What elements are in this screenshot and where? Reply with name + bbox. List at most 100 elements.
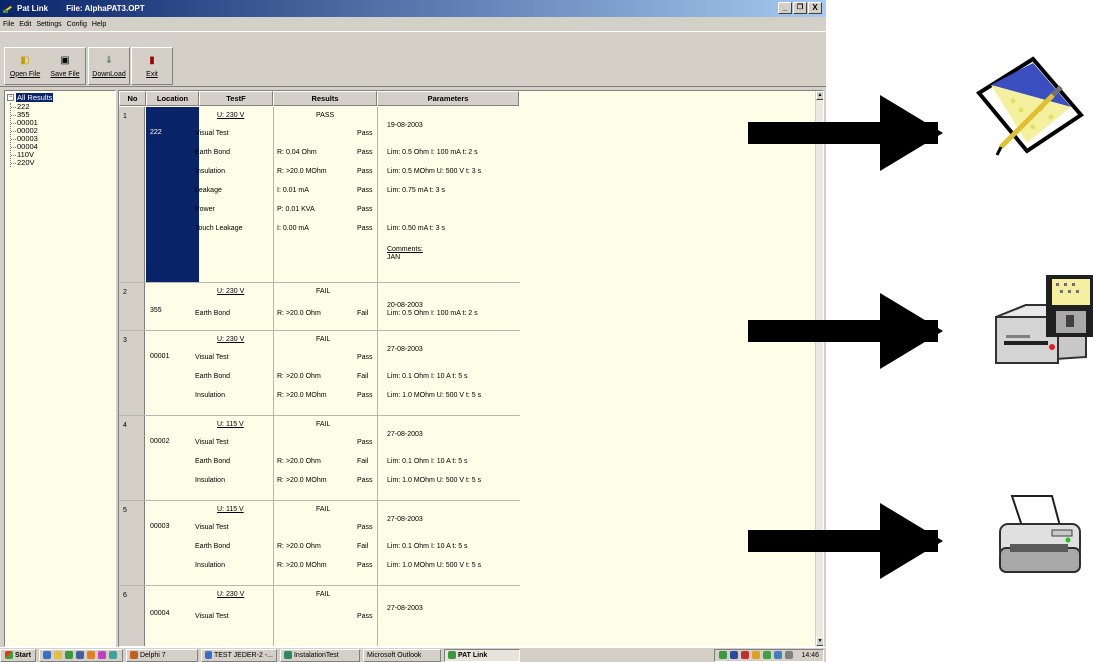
taskbar-item-test-jeder[interactable]: TEST JEDER-2 -...: [200, 648, 277, 662]
record-voltage: U: 230 V: [217, 591, 245, 598]
quick-launch-icon[interactable]: [75, 651, 84, 659]
tree-item[interactable]: 220V: [11, 159, 38, 167]
menu-file[interactable]: File: [3, 21, 14, 28]
record-date: 27-08-2003: [387, 431, 423, 438]
window-title: Pat Link: [17, 4, 49, 13]
save-file-button[interactable]: ▣ Save File: [45, 48, 85, 84]
record-status: FAIL: [316, 421, 331, 428]
download-button-group: ⇓ DownLoad: [88, 47, 130, 85]
record-number[interactable]: 2: [119, 283, 145, 330]
menu-settings[interactable]: Settings: [36, 21, 61, 28]
tray-icon[interactable]: [763, 651, 772, 659]
start-button[interactable]: Start: [0, 648, 36, 662]
toolbar: ◧ Open File ▣ Save File ⇓ DownLoad ▮ Exi…: [0, 31, 826, 87]
column-divider: [377, 107, 378, 282]
test-value: R: >20.0 Ohm: [277, 543, 321, 550]
table-row[interactable]: 6 00004 U: 230 V FAIL 27-08-2003 Visual Test P…: [119, 586, 520, 646]
test-result: Pass: [357, 168, 373, 175]
tray-icon[interactable]: [785, 651, 794, 659]
minimize-button[interactable]: _: [778, 2, 792, 14]
test-result: Pass: [357, 149, 373, 156]
table-row[interactable]: 2 355 U: 230 V FAIL 20-08-2003 Earth Bond R: >…: [119, 283, 520, 331]
record-location-cell[interactable]: 00001: [146, 331, 199, 415]
column-header-location[interactable]: Location: [146, 91, 199, 106]
tray-icon[interactable]: [730, 651, 739, 659]
test-name: Visual Test: [195, 130, 229, 137]
scroll-down-icon[interactable]: ▼: [816, 637, 823, 646]
comments-text: JAN: [387, 254, 401, 261]
close-button[interactable]: X: [808, 2, 822, 14]
taskbar-item-delphi[interactable]: Delphi 7: [125, 648, 198, 662]
record-location-cell[interactable]: 355: [146, 283, 199, 330]
test-name: Earth Bond: [195, 543, 231, 550]
annotation-panel: [748, 0, 1093, 662]
tray-icon[interactable]: [752, 651, 761, 659]
column-divider: [273, 107, 274, 282]
test-name: Visual Test: [195, 613, 229, 620]
quick-launch-icon[interactable]: [108, 651, 117, 659]
clock[interactable]: 14:46: [801, 652, 819, 659]
tree-root[interactable]: − All Results: [7, 93, 54, 102]
taskbar-item-outlook[interactable]: Microsoft Outlook: [362, 648, 441, 662]
windows-logo-icon: [5, 651, 13, 659]
tray-icon[interactable]: [774, 651, 783, 659]
collapse-icon[interactable]: −: [7, 94, 14, 101]
column-header-testf[interactable]: TestF: [199, 91, 273, 106]
tray-icon[interactable]: [719, 651, 728, 659]
record-voltage: U: 230 V: [217, 288, 245, 295]
title-bar[interactable]: Pat Link File: AlphaPAT3.OPT _ ❐ X: [0, 0, 826, 17]
menu-config[interactable]: Config: [67, 21, 87, 28]
floppy-disk-icon: ▣: [60, 54, 70, 66]
taskbar-item-pat-link[interactable]: PAT Link: [443, 648, 520, 662]
test-name: Visual Test: [195, 439, 229, 446]
test-result: Pass: [357, 354, 373, 361]
column-header-parameters[interactable]: Parameters: [377, 91, 519, 106]
column-divider: [377, 586, 378, 646]
test-parameters: Lim: 0.1 Ohm I: 10 A t: 5 s: [387, 543, 468, 550]
test-result: Pass: [357, 392, 373, 399]
test-value: R: >20.0 Ohm: [277, 310, 321, 317]
menu-edit[interactable]: Edit: [19, 21, 31, 28]
table-row[interactable]: 4 00002 U: 115 V FAIL 27-08-2003 Visual Test P…: [119, 416, 520, 501]
tree-root-label[interactable]: All Results: [16, 93, 54, 102]
quick-launch-icon[interactable]: [42, 651, 51, 659]
record-location-cell[interactable]: 00002: [146, 416, 199, 500]
menu-help[interactable]: Help: [92, 21, 106, 28]
column-header-no[interactable]: No: [119, 91, 146, 106]
exit-button[interactable]: ▮ Exit: [132, 48, 172, 84]
tray-icon[interactable]: [741, 651, 750, 659]
column-header-results[interactable]: Results: [273, 91, 377, 106]
test-result: Pass: [357, 439, 373, 446]
maximize-button[interactable]: ❐: [793, 2, 807, 14]
test-value: R: >20.0 Ohm: [277, 458, 321, 465]
menu-bar: File Edit Settings Config Help: [0, 17, 826, 31]
test-parameters: Lim: 0.50 mA t: 3 s: [387, 225, 445, 232]
record-number[interactable]: 6: [119, 586, 145, 646]
record-number[interactable]: 5: [119, 501, 145, 585]
record-status: FAIL: [316, 506, 331, 513]
record-status: PASS: [316, 112, 335, 119]
column-divider: [273, 501, 274, 585]
record-number[interactable]: 1: [119, 107, 145, 282]
table-row[interactable]: 3 00001 U: 230 V FAIL 27-08-2003 Visual Test P…: [119, 331, 520, 416]
quick-launch-icon[interactable]: [86, 651, 95, 659]
taskbar-item-instalation-test[interactable]: InstalationTest: [279, 648, 360, 662]
record-location-cell[interactable]: 00003: [146, 501, 199, 585]
quick-launch-icon[interactable]: [64, 651, 73, 659]
test-result: Pass: [357, 130, 373, 137]
test-name: Insulation: [195, 168, 225, 175]
record-date: 27-08-2003: [387, 346, 423, 353]
test-parameters: Lim: 0.75 mA t: 3 s: [387, 187, 445, 194]
record-location-cell[interactable]: 00004: [146, 586, 199, 646]
results-tree[interactable]: − All Results 222 355 00001 00002 00003 …: [4, 90, 116, 647]
download-button[interactable]: ⇓ DownLoad: [89, 48, 129, 84]
record-location-cell[interactable]: 222: [146, 107, 199, 282]
table-row[interactable]: 1 222 U: 230 V PASS 19-08-2003 Visual Test Pas…: [119, 107, 520, 283]
quick-launch-icon[interactable]: [97, 651, 106, 659]
table-row[interactable]: 5 00003 U: 115 V FAIL 27-08-2003 Visual Test P…: [119, 501, 520, 586]
record-number[interactable]: 3: [119, 331, 145, 415]
quick-launch-icon[interactable]: [53, 651, 62, 659]
test-name: Insulation: [195, 477, 225, 484]
open-file-button[interactable]: ◧ Open File: [5, 48, 45, 84]
record-number[interactable]: 4: [119, 416, 145, 500]
